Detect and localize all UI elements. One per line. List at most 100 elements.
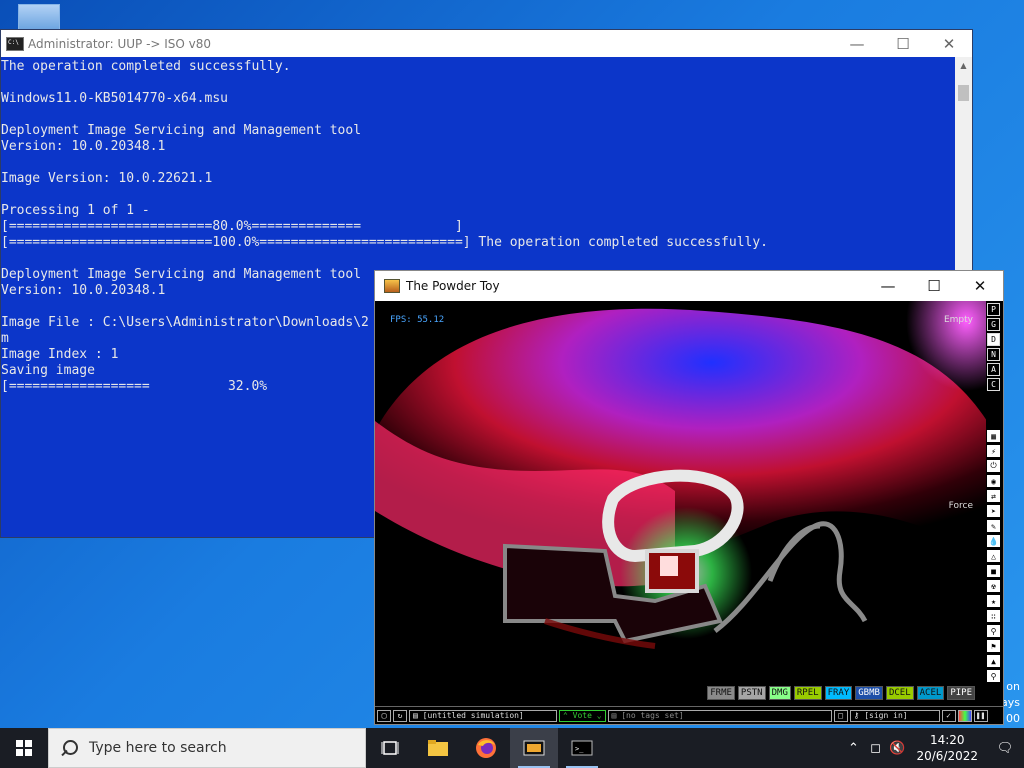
save-button[interactable]: ▤ [untitled simulation] <box>409 709 557 722</box>
sign-in-button[interactable]: ⚷ [sign in] <box>849 709 940 722</box>
element-button[interactable]: DMG <box>768 686 791 700</box>
firefox-icon <box>476 738 496 758</box>
element-button[interactable]: ACEL <box>916 686 945 700</box>
powder-toy-icon <box>384 279 400 293</box>
radioactive-icon[interactable]: ☢ <box>987 580 1000 592</box>
search-icon <box>61 738 81 758</box>
clock-time: 14:20 <box>929 733 965 747</box>
pause-icon[interactable]: ❚❚ <box>973 709 988 722</box>
taskbar: Type here to search >_ ⌃ ◻ 🔇 14:20 20/6/… <box>0 728 1024 768</box>
file-explorer-button[interactable] <box>414 728 462 768</box>
element-button[interactable]: GBMB <box>855 686 883 700</box>
ptoy-minimize-button[interactable]: — <box>865 271 911 301</box>
tags-label: [no tags set] <box>621 711 684 720</box>
console-line: Processing 1 of 1 - <box>1 203 150 218</box>
console-line: [==========================100.0%=======… <box>1 235 769 250</box>
maximize-button[interactable]: ☐ <box>880 30 926 57</box>
reload-icon[interactable]: ↻ <box>393 709 407 722</box>
simulation-art <box>375 301 987 706</box>
task-view-icon <box>381 741 399 755</box>
menu-letter-button[interactable]: A <box>987 363 1000 376</box>
vote-label: Vote <box>572 711 592 720</box>
element-button[interactable]: FRAY <box>824 686 853 700</box>
simulation-canvas[interactable]: FPS: 55.12 Empty Force FRME PSTN DMG RPEL FR… <box>375 301 987 706</box>
tools-icon[interactable]: ⚲ <box>987 625 1000 637</box>
ptoy-titlebar[interactable]: The Powder Toy — ☐ ✕ <box>375 271 1003 301</box>
folder-icon <box>428 740 448 756</box>
floppy-icon: ▤ <box>413 711 423 720</box>
network-icon[interactable]: ◻ <box>864 741 886 756</box>
life-icon[interactable]: ∷ <box>987 610 1000 622</box>
force-icon[interactable]: ⇄ <box>987 490 1000 502</box>
recycle-bin-icon[interactable] <box>18 4 60 30</box>
tag-icon: ▤ <box>611 711 622 720</box>
task-view-button[interactable] <box>366 728 414 768</box>
renderer-icon[interactable] <box>957 709 972 722</box>
ptoy-title: The Powder Toy <box>406 279 500 293</box>
favorites-icon[interactable]: ⚑ <box>987 640 1000 652</box>
menu-sidebar: PGDNAC ▦ ⚡ ⏻ ◉ ⇄ ➤ ✎ 💧 △ ■ ☢ ★ ∷ ⚲ ⚑ ▲ ⚲ <box>986 301 1003 706</box>
menu-letter-button[interactable]: C <box>987 378 1000 391</box>
search-placeholder: Type here to search <box>89 740 227 756</box>
decoration-icon[interactable]: ▲ <box>987 655 1000 667</box>
tags-button[interactable]: ▤ [no tags set] <box>607 709 832 722</box>
open-icon[interactable]: ▢ <box>377 709 391 722</box>
console-line: Deployment Image Servicing and Managemen… <box>1 123 362 138</box>
cmd-taskbar-button[interactable]: >_ <box>558 728 606 768</box>
scroll-up-icon[interactable]: ▲ <box>955 57 972 74</box>
desktop-text-3: 00 <box>1006 712 1020 725</box>
start-button[interactable] <box>0 728 48 768</box>
vote-button[interactable]: ⌃ Vote ⌄ <box>559 709 606 722</box>
new-simulation-icon[interactable]: □ <box>833 709 848 722</box>
cmd-titlebar[interactable]: Administrator: UUP -> ISO v80 — ☐ ✕ <box>1 30 972 57</box>
powder-toy-window[interactable]: The Powder Toy — ☐ ✕ FPS: 55.12 Empty Fo… <box>374 270 1004 725</box>
solids-icon[interactable]: ■ <box>987 565 1000 577</box>
volume-muted-icon[interactable]: 🔇 <box>886 741 908 756</box>
windows-logo-icon <box>16 740 32 756</box>
clock[interactable]: 14:20 20/6/2022 <box>916 732 978 764</box>
console-line: Image Version: 10.0.22621.1 <box>1 171 213 186</box>
settings-icon[interactable]: ✓ <box>941 709 956 722</box>
element-button[interactable]: DCEL <box>885 686 914 700</box>
powder-toy-taskbar-button[interactable] <box>510 728 558 768</box>
notifications-icon[interactable]: 🗨 <box>994 741 1016 756</box>
explosives-icon[interactable]: ➤ <box>987 505 1000 517</box>
search-box[interactable]: Type here to search <box>48 728 366 768</box>
console-line: Version: 10.0.20348.1 <box>1 139 166 154</box>
element-palette: FRME PSTN DMG RPEL FRAY GBMB DCEL ACEL PIPE <box>707 686 975 700</box>
console-line: Windows11.0-KB5014770-x64.msu <box>1 91 228 106</box>
scroll-thumb[interactable] <box>958 85 969 101</box>
powders-icon[interactable]: △ <box>987 550 1000 562</box>
special-icon[interactable]: ★ <box>987 595 1000 607</box>
menu-letter-button[interactable]: D <box>987 333 1000 346</box>
power-icon[interactable]: ⏻ <box>987 460 1000 472</box>
element-button[interactable]: RPEL <box>793 686 822 700</box>
firefox-button[interactable] <box>462 728 510 768</box>
console-line: The operation completed successfully. <box>1 59 291 74</box>
element-button[interactable]: PIPE <box>947 686 975 700</box>
walls-icon[interactable]: ▦ <box>987 430 1000 442</box>
search-icon[interactable]: ⚲ <box>987 670 1000 682</box>
hud-element-info: Empty <box>943 315 973 325</box>
electronics-icon[interactable]: ⚡ <box>987 445 1000 457</box>
ptoy-close-button[interactable]: ✕ <box>957 271 1003 301</box>
menu-letter-button[interactable]: G <box>987 318 1000 331</box>
close-button[interactable]: ✕ <box>926 30 972 57</box>
menu-letter-button[interactable]: P <box>987 303 1000 316</box>
element-button[interactable]: PSTN <box>737 686 766 700</box>
gas-icon[interactable]: ✎ <box>987 520 1000 532</box>
element-button[interactable]: FRME <box>707 686 735 700</box>
menu-letter-button[interactable]: N <box>987 348 1000 361</box>
desktop-text-1: on <box>1006 680 1020 693</box>
cmd-icon <box>6 36 24 51</box>
ptoy-maximize-button[interactable]: ☐ <box>911 271 957 301</box>
sign-in-label: [sign in] <box>864 711 908 720</box>
liquid-icon[interactable]: 💧 <box>987 535 1000 547</box>
minimize-button[interactable]: — <box>834 30 880 57</box>
sensor-icon[interactable]: ◉ <box>987 475 1000 487</box>
chevron-up-icon[interactable]: ⌃ <box>842 741 864 756</box>
